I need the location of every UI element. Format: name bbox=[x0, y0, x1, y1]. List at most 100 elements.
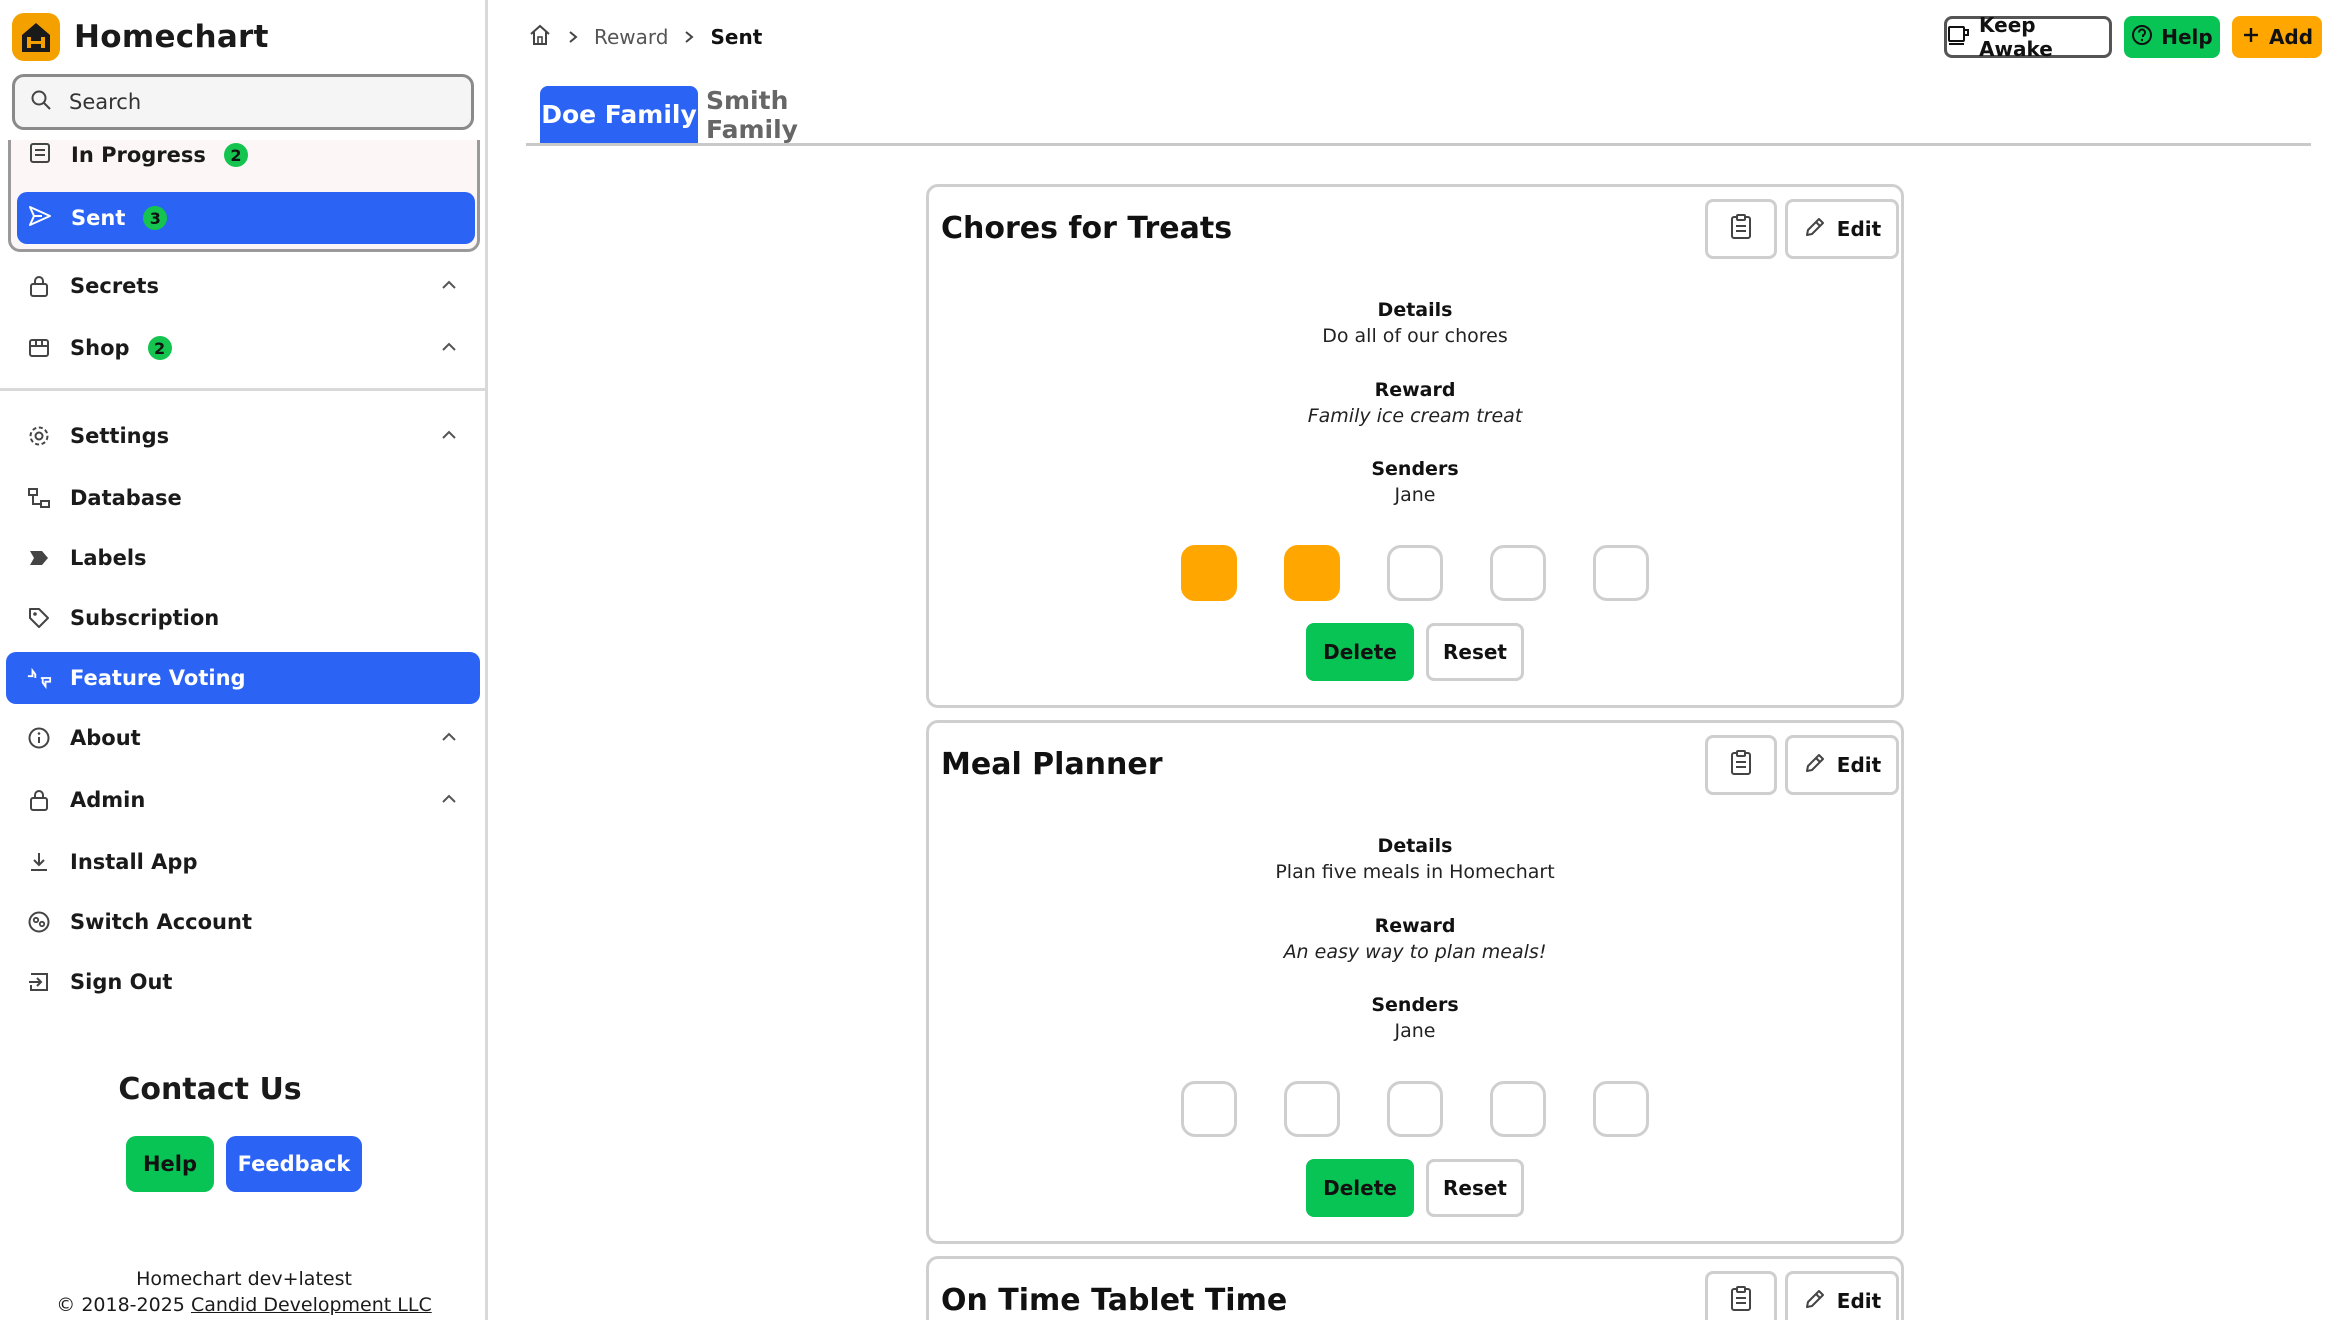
sidebar-item-label: Settings bbox=[70, 424, 170, 448]
help-label: Help bbox=[2161, 25, 2213, 49]
sidebar-item-label: Secrets bbox=[70, 274, 159, 298]
sidebar-item-settings[interactable]: Settings bbox=[6, 410, 480, 462]
cup-icon bbox=[1947, 24, 1971, 51]
details-label: Details bbox=[1377, 299, 1453, 321]
pencil-icon bbox=[1803, 751, 1827, 780]
chevron-up-icon[interactable] bbox=[438, 788, 460, 815]
tab-smith-family[interactable]: Smith Family bbox=[706, 86, 876, 144]
tab-doe-family[interactable]: Doe Family bbox=[540, 86, 698, 143]
breadcrumb-item[interactable]: Reward bbox=[594, 25, 668, 49]
senders-value: Jane bbox=[1394, 1020, 1436, 1042]
progress-box[interactable] bbox=[1593, 1081, 1649, 1137]
sidebar-item-install-app[interactable]: Install App bbox=[6, 836, 480, 888]
add-button[interactable]: Add bbox=[2232, 16, 2322, 58]
sidebar-item-about[interactable]: About bbox=[6, 712, 480, 764]
sidebar-item-database[interactable]: Database bbox=[6, 472, 480, 524]
company-link[interactable]: Candid Development LLC bbox=[191, 1294, 432, 1316]
search-input[interactable]: Search bbox=[12, 74, 474, 130]
home-icon[interactable] bbox=[528, 23, 552, 52]
lock-icon bbox=[26, 273, 52, 299]
card-title: Chores for Treats bbox=[941, 211, 1233, 246]
sidebar-item-label: Labels bbox=[70, 546, 147, 570]
reward-card: On Time Tablet Time Edit bbox=[926, 1256, 1904, 1320]
plus-icon bbox=[2241, 25, 2261, 50]
breadcrumb-current: Sent bbox=[710, 25, 763, 49]
reward-label: Reward bbox=[1374, 915, 1456, 937]
edit-button[interactable]: Edit bbox=[1785, 199, 1899, 259]
sidebar-item-admin[interactable]: Admin bbox=[6, 774, 480, 826]
edit-button[interactable]: Edit bbox=[1785, 735, 1899, 795]
label-icon bbox=[26, 545, 52, 571]
chevron-up-icon[interactable] bbox=[438, 726, 460, 753]
feedback-button[interactable]: Feedback bbox=[226, 1136, 362, 1192]
progress-box[interactable] bbox=[1490, 1081, 1546, 1137]
edit-button[interactable]: Edit bbox=[1785, 1271, 1899, 1320]
progress-box[interactable] bbox=[1181, 545, 1237, 601]
progress-box[interactable] bbox=[1181, 1081, 1237, 1137]
count-badge: 2 bbox=[147, 336, 172, 360]
progress-box[interactable] bbox=[1490, 545, 1546, 601]
edit-label: Edit bbox=[1836, 753, 1882, 777]
lock-icon bbox=[26, 787, 52, 813]
send-icon bbox=[27, 203, 53, 234]
reward-label: Reward bbox=[1374, 379, 1456, 401]
keep-awake-button[interactable]: Keep Awake bbox=[1944, 13, 2112, 61]
chevron-right-icon bbox=[682, 25, 696, 49]
delete-button[interactable]: Delete bbox=[1306, 623, 1414, 681]
copy-button[interactable] bbox=[1705, 1271, 1777, 1320]
sidebar-item-in-progress[interactable]: In Progress 2 bbox=[17, 132, 475, 178]
senders-field: Senders Jane bbox=[929, 994, 1901, 1042]
progress-box[interactable] bbox=[1284, 545, 1340, 601]
chevron-up-icon[interactable] bbox=[438, 274, 460, 301]
progress-box[interactable] bbox=[1387, 1081, 1443, 1137]
reset-button[interactable]: Reset bbox=[1426, 623, 1524, 681]
sidebar-item-label: Install App bbox=[70, 850, 198, 874]
reward-card: Meal Planner Edit Details Plan five meal… bbox=[926, 720, 1904, 1244]
chevron-right-icon bbox=[566, 25, 580, 49]
sidebar-item-subscription[interactable]: Subscription bbox=[6, 592, 480, 644]
pencil-icon bbox=[1803, 1287, 1827, 1316]
sidebar-item-labels[interactable]: Labels bbox=[6, 532, 480, 584]
sidebar-item-label: Subscription bbox=[70, 606, 220, 630]
senders-label: Senders bbox=[1371, 994, 1459, 1016]
sidebar-item-label: Sent bbox=[71, 206, 126, 230]
pencil-icon bbox=[1803, 215, 1827, 244]
progress-box[interactable] bbox=[1284, 1081, 1340, 1137]
sidebar-item-secrets[interactable]: Secrets bbox=[6, 260, 480, 312]
details-label: Details bbox=[1377, 835, 1453, 857]
progress-box[interactable] bbox=[1387, 545, 1443, 601]
sidebar-item-feature-voting[interactable]: Feature Voting bbox=[6, 652, 480, 704]
help-button[interactable]: Help bbox=[2124, 16, 2220, 58]
progress-boxes bbox=[929, 1081, 1901, 1137]
sidebar-item-sent[interactable]: Sent 3 bbox=[17, 192, 475, 244]
chevron-up-icon[interactable] bbox=[438, 336, 460, 363]
sidebar-item-shop[interactable]: Shop 2 bbox=[6, 322, 480, 374]
switch-account-icon bbox=[26, 909, 52, 935]
delete-button[interactable]: Delete bbox=[1306, 1159, 1414, 1217]
copy-button[interactable] bbox=[1705, 735, 1777, 795]
home-logo-icon bbox=[12, 13, 60, 61]
progress-box[interactable] bbox=[1593, 545, 1649, 601]
contact-help-button[interactable]: Help bbox=[126, 1136, 214, 1192]
progress-boxes bbox=[929, 545, 1901, 601]
reward-value: Family ice cream treat bbox=[1307, 405, 1523, 427]
copy-button[interactable] bbox=[1705, 199, 1777, 259]
keep-awake-label: Keep Awake bbox=[1979, 13, 2053, 61]
chevron-up-icon[interactable] bbox=[438, 424, 460, 451]
sidebar-item-label: Feature Voting bbox=[70, 666, 246, 690]
database-icon bbox=[26, 485, 52, 511]
brand[interactable]: Homechart bbox=[12, 10, 269, 64]
sidebar-item-label: Sign Out bbox=[70, 970, 173, 994]
sidebar-divider bbox=[0, 388, 485, 391]
reward-field: Reward An easy way to plan meals! bbox=[929, 915, 1901, 963]
sidebar-item-switch-account[interactable]: Switch Account bbox=[6, 896, 480, 948]
app-name: Homechart bbox=[74, 19, 269, 55]
reset-button[interactable]: Reset bbox=[1426, 1159, 1524, 1217]
family-tabs: Doe Family Smith Family bbox=[526, 86, 2311, 146]
copyright: © 2018-2025 Candid Development LLC bbox=[0, 1294, 485, 1316]
clipboard-icon bbox=[1728, 749, 1754, 781]
details-value: Do all of our chores bbox=[1322, 325, 1508, 347]
details-value: Plan five meals in Homechart bbox=[1275, 861, 1555, 883]
sidebar-item-sign-out[interactable]: Sign Out bbox=[6, 956, 480, 1008]
sidebar: Homechart Search In Progress 2 Sent 3 Se… bbox=[0, 0, 488, 1320]
